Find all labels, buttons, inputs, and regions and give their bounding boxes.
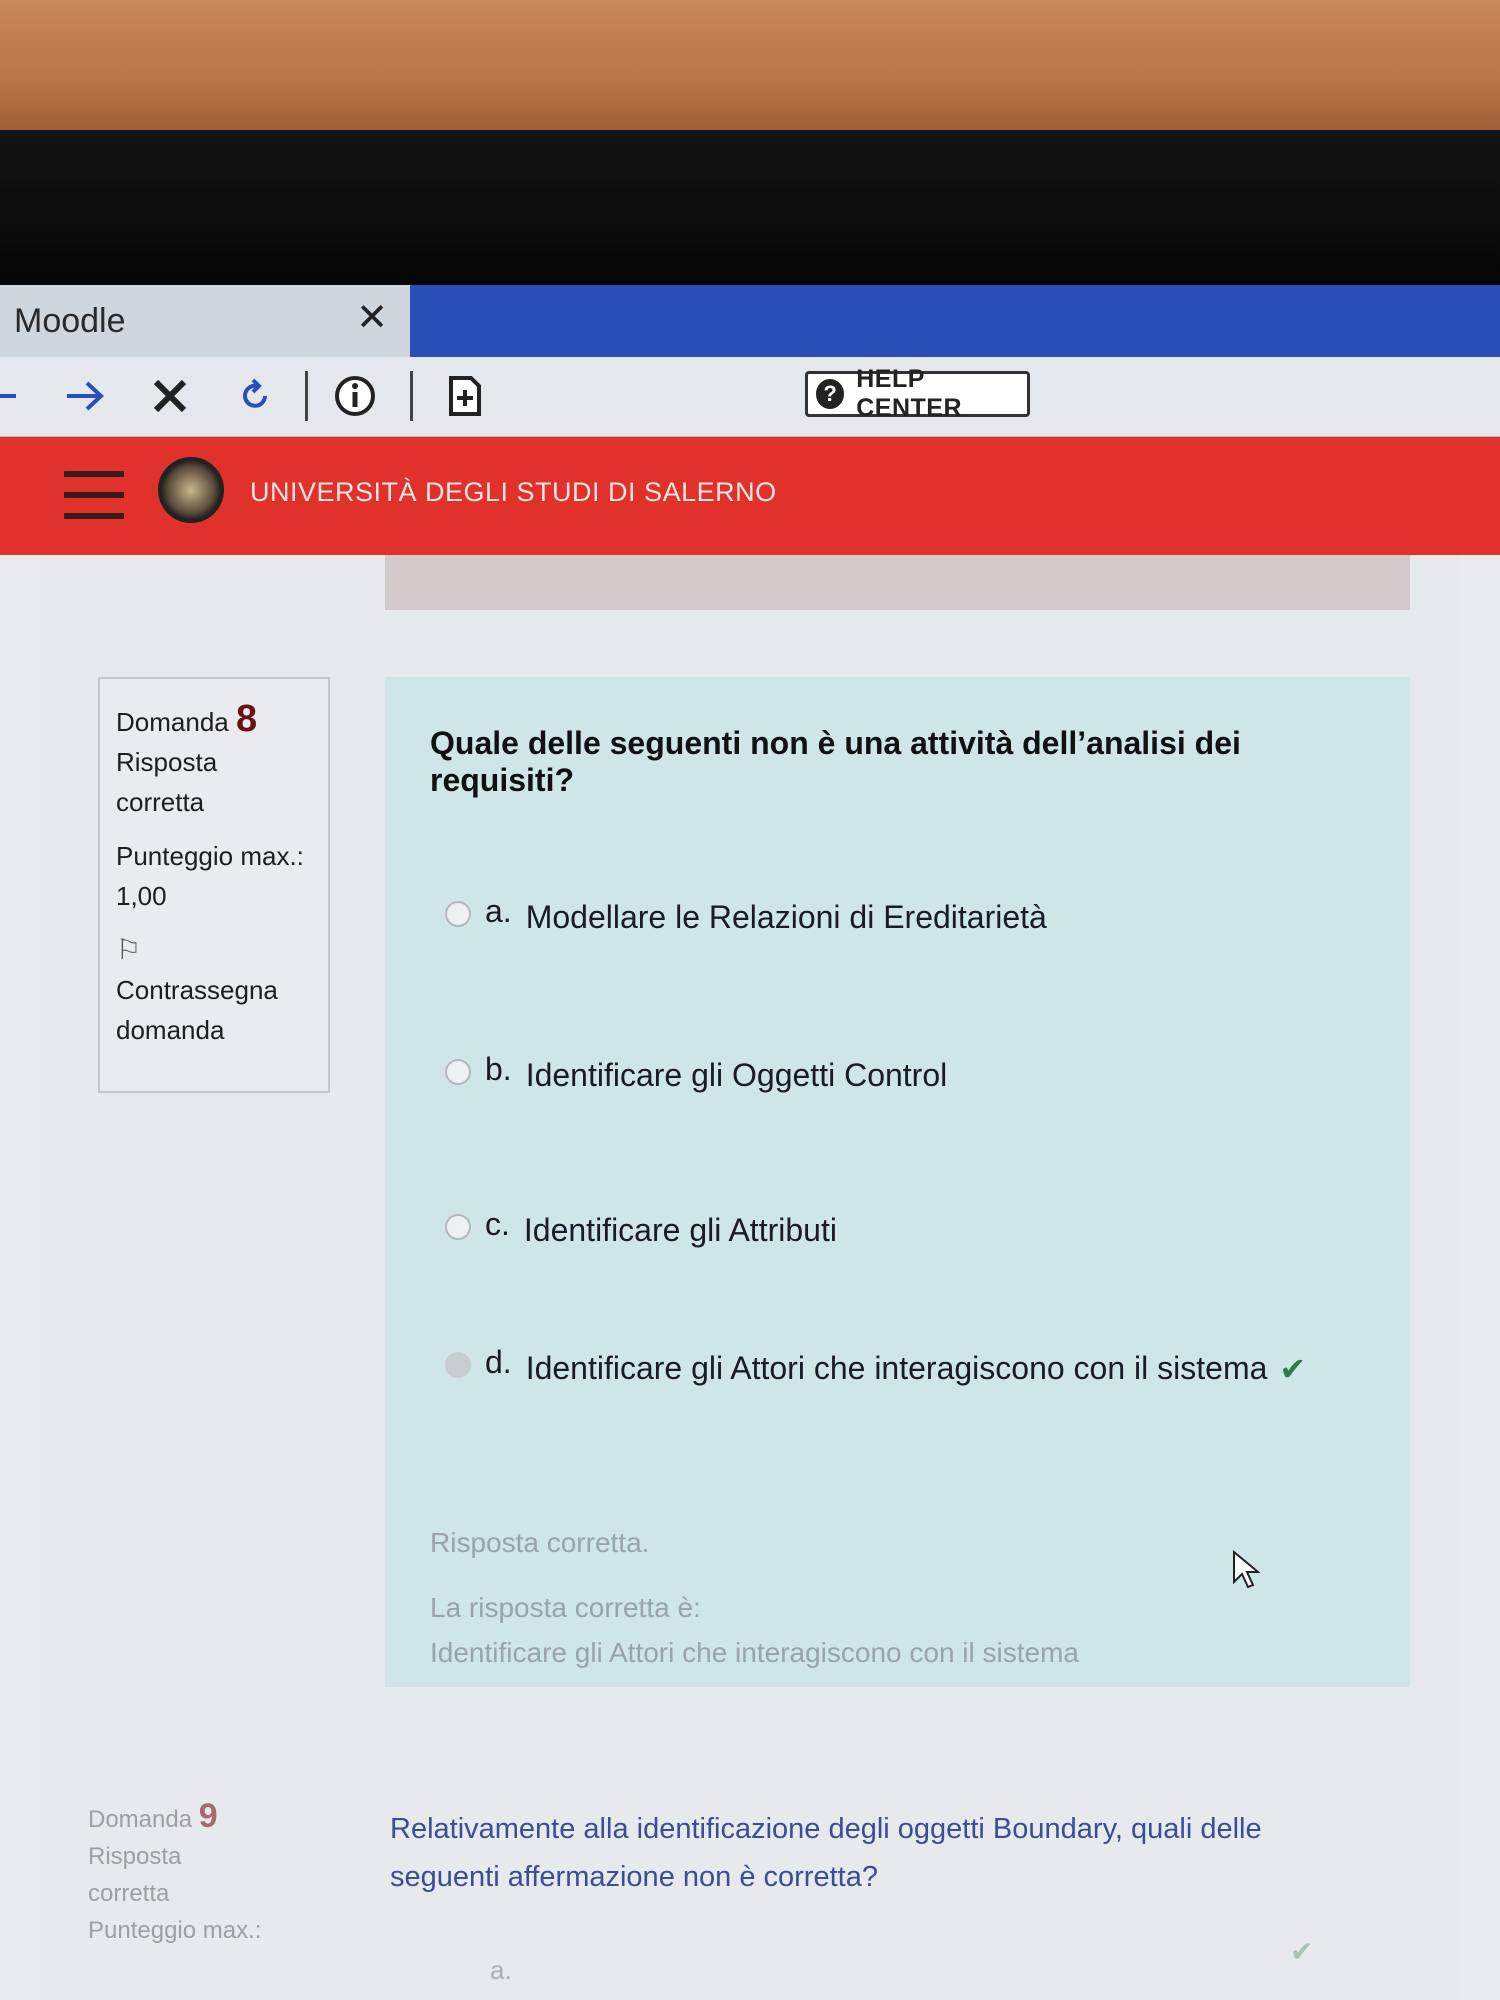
tab-title: Moodle [14,301,126,340]
university-logo[interactable] [158,457,224,523]
question-number-line: Domanda 9 [88,1798,261,1838]
option-letter: c. [485,1206,510,1242]
status-line: Risposta [88,1843,182,1870]
option-text: Modellare le Relazioni di Ereditarietà [525,899,1047,935]
desk-background [0,0,1500,140]
monitor-bezel [0,130,1500,290]
question-panel: Quale delle seguenti non è una attività … [385,677,1410,1687]
checkmark-icon: ✔ [1290,1936,1314,1967]
question-label: Domanda [88,1806,193,1833]
help-icon: ? [816,379,845,409]
feedback-answer: Identificare gli Attori che interagiscon… [430,1637,1079,1668]
option-text: Identificare gli Attori che interagiscon… [525,1350,1268,1386]
help-center-button[interactable]: ? HELP CENTER [805,365,1030,422]
tab-close-icon[interactable]: ✕ [356,295,388,340]
radio-button-selected[interactable] [445,1352,471,1378]
status-line: corretta [116,787,205,817]
browser-toolbar: ? HELP CENTER [0,357,1500,437]
question-text: Quale delle seguenti non è una attività … [430,725,1241,798]
option-text: Identificare gli Attributi [523,1212,837,1248]
checkmark-icon: ✔ [1279,1351,1307,1387]
option-letter: a. [485,893,512,929]
question-info-panel-9: Domanda 9 Risposta corretta Punteggio ma… [88,1798,261,1949]
browser-screen: Moodle ✕ ? HELP CENTER UNIVERSITÀ DEGLI … [0,285,1500,2000]
flag-label: domanda [116,1015,225,1045]
toolbar-separator [410,371,413,421]
flag-label: Contrassegna [116,975,278,1005]
feedback-intro: La risposta corretta è: [430,1592,701,1623]
info-icon[interactable] [330,371,380,421]
feedback-status: Risposta corretta. [430,1527,650,1558]
question-text-9: Relativamente alla identificazione degli… [390,1813,1262,1893]
question-number-line: Domanda 8 [116,699,312,742]
radio-button[interactable] [445,901,471,927]
toolbar-separator [305,371,308,421]
score-label: Punteggio max.: [88,1917,262,1944]
new-page-icon[interactable] [440,371,490,421]
radio-button[interactable] [445,1059,471,1085]
status-line: Risposta [116,747,218,777]
site-header: UNIVERSITÀ DEGLI STUDI DI SALERNO [0,437,1500,555]
score-label: Punteggio max.: [116,841,304,871]
option-letter: b. [485,1051,512,1087]
answer-option[interactable]: b. Identificare gli Oggetti Control [445,1051,948,1094]
menu-icon[interactable] [64,471,124,519]
question-info-panel: Domanda 8 Risposta corretta Punteggio ma… [98,677,330,1093]
quiz-content: Domanda 8 Risposta corretta Punteggio ma… [40,555,1460,2000]
question-number: 9 [198,1797,218,1835]
flag-question-link[interactable]: Contrassegna domanda [116,970,312,1050]
question-score: Punteggio max.: 1,00 [116,836,312,916]
university-name[interactable]: UNIVERSITÀ DEGLI STUDI DI SALERNO [250,477,777,508]
question-number: 8 [235,698,258,740]
option-letter: d. [485,1344,512,1380]
question-label: Domanda [116,707,229,737]
answer-option-selected[interactable]: d. Identificare gli Attori che interagis… [445,1344,1307,1388]
status-line: corretta [88,1880,170,1907]
radio-button[interactable] [445,1214,471,1240]
tab-moodle[interactable]: Moodle ✕ [0,285,410,357]
score-value: 1,00 [116,881,167,911]
question-status: Risposta corretta [116,742,312,822]
option-text: Identificare gli Oggetti Control [525,1057,948,1093]
reload-icon[interactable] [230,371,280,421]
previous-question-panel [385,555,1410,610]
mouse-cursor-icon [1232,1549,1261,1595]
answer-option[interactable]: a. Modellare le Relazioni di Ereditariet… [445,893,1047,936]
stop-icon[interactable] [145,371,195,421]
back-arrow-icon[interactable] [0,371,26,421]
option-letter[interactable]: a. [490,1955,512,1986]
help-center-label: HELP CENTER [856,365,963,422]
forward-arrow-icon[interactable] [60,371,110,421]
tab-bar: Moodle ✕ [0,285,1500,357]
flag-icon[interactable]: ⚐ [116,930,312,970]
answer-option[interactable]: c. Identificare gli Attributi [445,1206,837,1249]
